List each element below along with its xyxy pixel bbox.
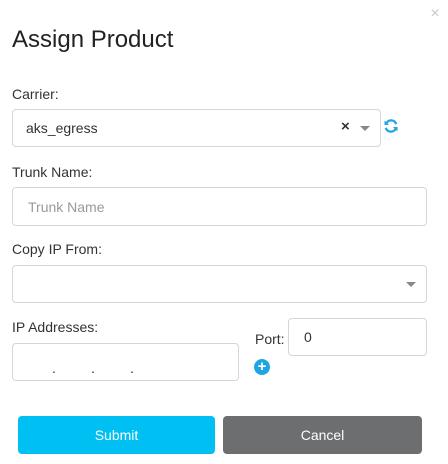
- port-field-wrapper: [288, 318, 427, 356]
- add-ip-icon[interactable]: +: [254, 359, 270, 375]
- ip-address-input[interactable]: . . .: [12, 343, 239, 381]
- chevron-down-icon[interactable]: [406, 282, 416, 287]
- refresh-icon[interactable]: [383, 118, 399, 134]
- copy-ip-from-select[interactable]: [12, 265, 427, 303]
- carrier-label: Carrier:: [12, 86, 59, 102]
- carrier-selected-value: aks_egress: [26, 120, 98, 136]
- clear-selection-icon[interactable]: ×: [341, 118, 350, 135]
- dialog-title: Assign Product: [12, 26, 174, 53]
- port-label: Port:: [255, 331, 285, 347]
- chevron-down-icon[interactable]: [360, 126, 370, 131]
- submit-button[interactable]: Submit: [18, 416, 215, 454]
- close-icon[interactable]: ×: [428, 6, 442, 22]
- copy-ip-from-label: Copy IP From:: [12, 241, 102, 257]
- carrier-select[interactable]: aks_egress ×: [12, 109, 381, 147]
- ip-addresses-label: IP Addresses:: [12, 319, 99, 335]
- port-input[interactable]: [289, 319, 426, 355]
- ip-separator: .: [91, 360, 95, 376]
- ip-separator: .: [130, 360, 134, 376]
- trunk-name-field-wrapper: [12, 187, 427, 226]
- trunk-name-label: Trunk Name:: [12, 164, 93, 180]
- ip-separator: .: [52, 360, 56, 376]
- trunk-name-input[interactable]: [13, 188, 426, 225]
- cancel-button[interactable]: Cancel: [223, 416, 422, 454]
